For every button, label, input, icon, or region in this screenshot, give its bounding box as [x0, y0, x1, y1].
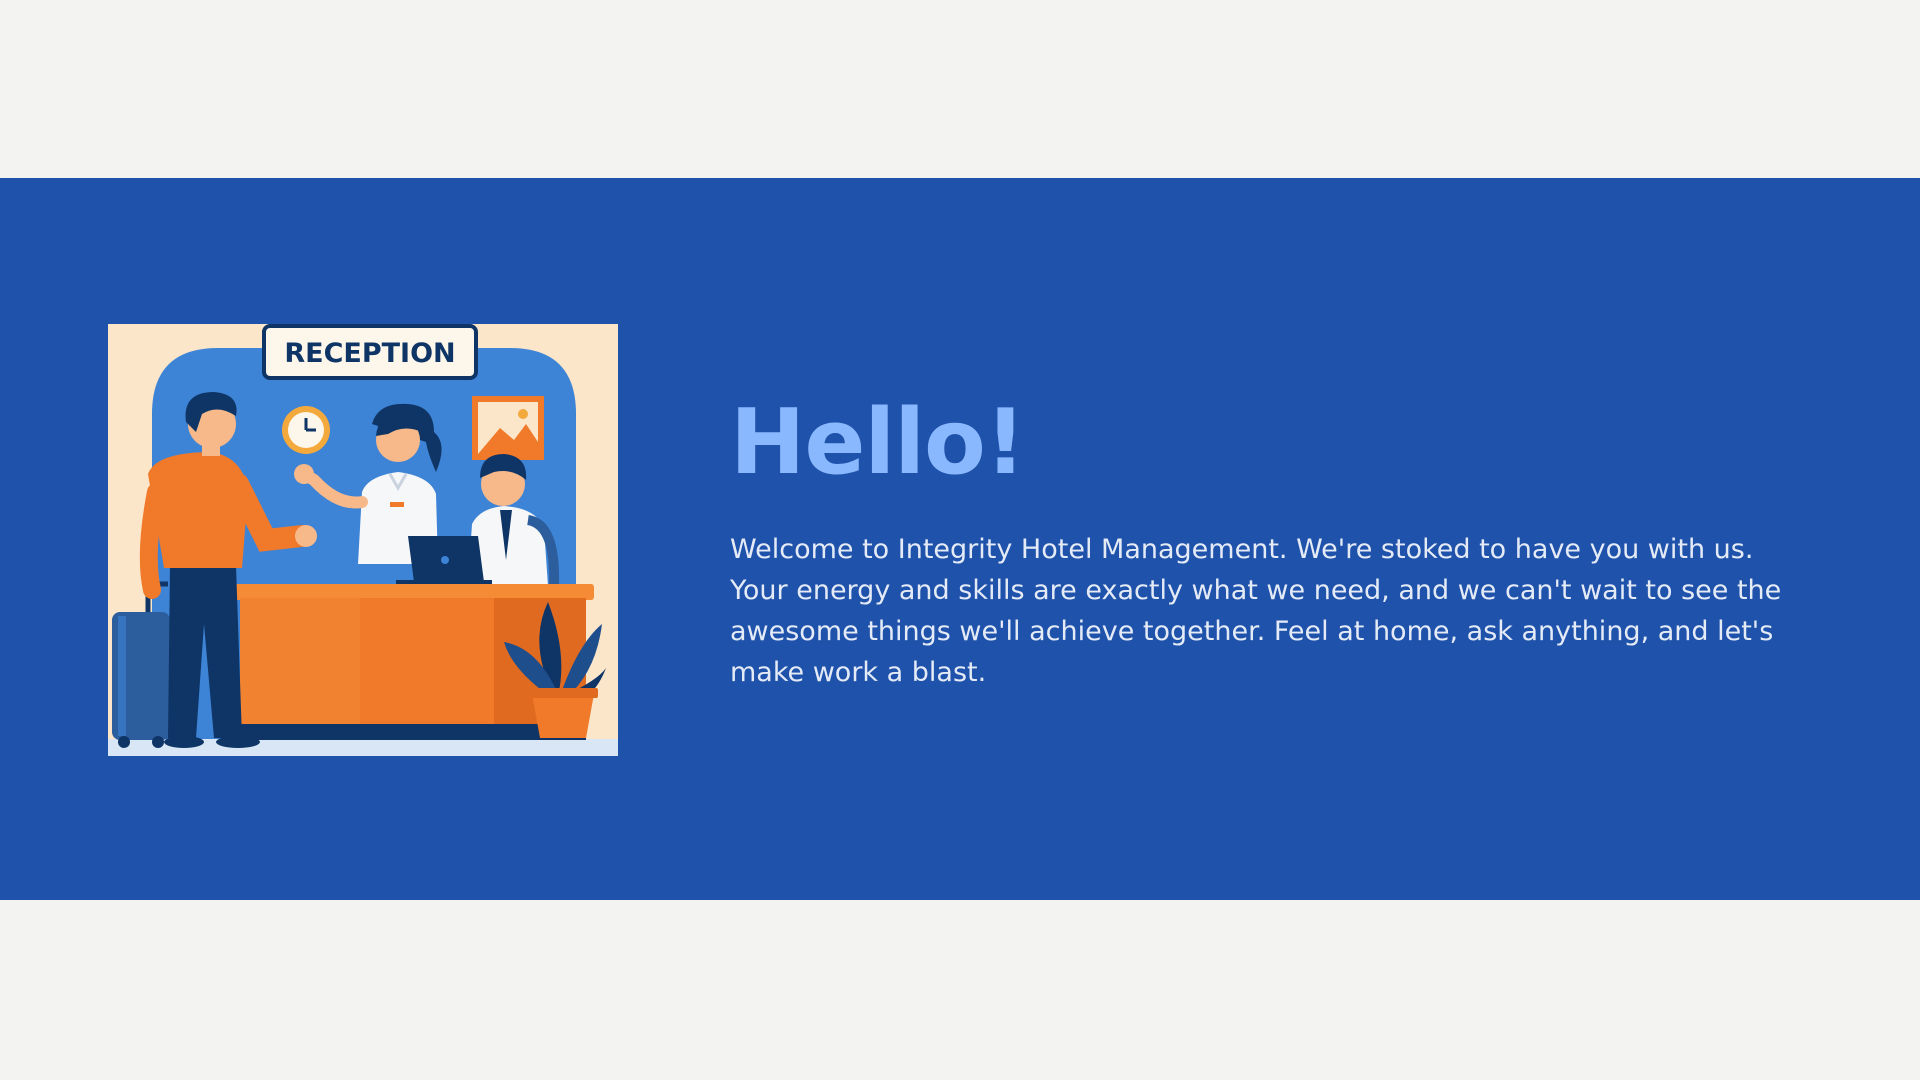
welcome-banner: RECEPTION Hello! Welcome to Integrity Ho… — [0, 178, 1920, 900]
reception-sign: RECEPTION — [262, 324, 478, 380]
page: RECEPTION Hello! Welcome to Integrity Ho… — [0, 0, 1920, 1080]
wall-picture-icon — [472, 396, 544, 460]
clock-icon — [282, 406, 330, 454]
welcome-message: Welcome to Integrity Hotel Management. W… — [730, 534, 1782, 688]
welcome-heading: Hello! — [730, 390, 1026, 495]
welcome-text-block: Hello! Welcome to Integrity Hotel Manage… — [730, 393, 1810, 693]
reception-sign-text: RECEPTION — [284, 338, 455, 369]
reception-illustration: RECEPTION — [108, 324, 618, 756]
